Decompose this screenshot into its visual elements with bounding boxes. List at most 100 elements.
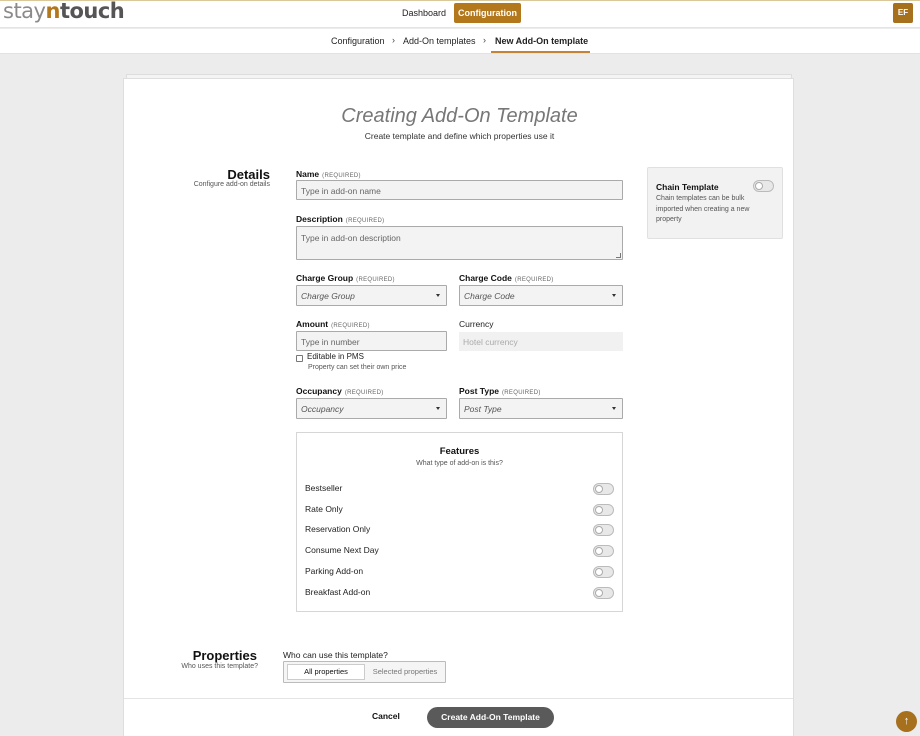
create-addon-template-button[interactable]: Create Add-On Template: [427, 707, 554, 728]
name-label: Name (REQUIRED): [296, 169, 361, 179]
chevron-down-icon: [436, 294, 440, 297]
feature-label: Bestseller: [305, 483, 343, 493]
feature-label: Rate Only: [305, 504, 343, 514]
feature-row: Bestseller: [305, 481, 615, 497]
description-placeholder: Type in add-on description: [301, 233, 401, 243]
chevron-down-icon: [612, 407, 616, 410]
required-tag: (REQUIRED): [502, 390, 541, 396]
post-type-label-text: Post Type: [459, 386, 499, 396]
arrow-up-icon: ↑: [903, 715, 910, 727]
toggle-knob: [595, 568, 603, 576]
description-label: Description (REQUIRED): [296, 214, 384, 224]
feature-toggle-reservation-only[interactable]: [593, 524, 614, 536]
feature-row: Parking Add-on: [305, 564, 615, 580]
charge-group-select[interactable]: Charge Group: [296, 285, 447, 306]
editable-in-pms-checkbox[interactable]: [296, 355, 303, 362]
chain-template-panel: Chain Template Chain templates can be bu…: [647, 167, 783, 239]
required-tag: (REQUIRED): [331, 323, 370, 329]
top-bar: stayntouch Dashboard Configuration EF: [0, 0, 920, 28]
form-card: Creating Add-On Template Create template…: [123, 78, 794, 736]
post-type-value: Post Type: [464, 404, 502, 414]
feature-toggle-bestseller[interactable]: [593, 483, 614, 495]
currency-field: Hotel currency: [459, 332, 623, 351]
description-textarea[interactable]: Type in add-on description: [296, 226, 623, 260]
chain-template-toggle[interactable]: [753, 180, 774, 192]
toggle-knob: [755, 182, 763, 190]
chain-template-title: Chain Template: [656, 182, 719, 192]
properties-heading: Properties: [192, 648, 257, 663]
breadcrumb-addon-templates[interactable]: Add-On templates: [403, 36, 476, 46]
toggle-knob: [595, 485, 603, 493]
required-tag: (REQUIRED): [345, 218, 385, 224]
occupancy-select[interactable]: Occupancy: [296, 398, 447, 419]
feature-row: Breakfast Add-on: [305, 585, 615, 601]
nav-configuration[interactable]: Configuration: [454, 3, 521, 23]
features-title: Features: [439, 446, 480, 457]
logo-text-n: n: [45, 0, 60, 23]
required-tag: (REQUIRED): [514, 277, 554, 283]
footer-divider: [124, 698, 793, 699]
post-type-label: Post Type (REQUIRED): [459, 386, 541, 396]
logo-text-stay: stay: [3, 0, 46, 23]
properties-question: Who can use this template?: [283, 650, 388, 660]
occupancy-label: Occupancy (REQUIRED): [296, 386, 384, 396]
required-tag: (REQUIRED): [356, 277, 395, 283]
feature-toggle-consume-next-day[interactable]: [593, 545, 614, 557]
breadcrumb-active-underline: [491, 51, 590, 53]
editable-in-pms-label[interactable]: Editable in PMS: [307, 352, 364, 361]
page-subtitle: Create template and define which propert…: [364, 131, 555, 141]
toggle-knob: [595, 526, 603, 534]
details-subheading: Configure add-on details: [193, 181, 270, 188]
feature-toggle-parking[interactable]: [593, 566, 614, 578]
amount-label-text: Amount: [296, 319, 329, 329]
name-input[interactable]: Type in add-on name: [296, 180, 623, 200]
occupancy-label-text: Occupancy: [296, 386, 342, 396]
required-tag: (REQUIRED): [344, 390, 384, 396]
cancel-button[interactable]: Cancel: [372, 711, 400, 721]
charge-code-label: Charge Code (REQUIRED): [459, 273, 554, 283]
feature-label: Breakfast Add-on: [305, 587, 371, 597]
features-subtitle: What type of add-on is this?: [416, 460, 503, 467]
page-title: Creating Add-On Template: [341, 105, 578, 127]
occupancy-value: Occupancy: [301, 404, 344, 414]
toggle-knob: [595, 547, 603, 555]
logo-text-touch: touch: [59, 0, 125, 23]
breadcrumb-configuration[interactable]: Configuration: [331, 36, 385, 46]
charge-code-value: Charge Code: [464, 291, 515, 301]
selected-properties-option[interactable]: Selected properties: [367, 664, 443, 680]
amount-input[interactable]: Type in number: [296, 331, 447, 351]
post-type-select[interactable]: Post Type: [459, 398, 623, 419]
amount-label: Amount (REQUIRED): [296, 319, 370, 329]
toggle-knob: [595, 589, 603, 597]
editable-in-pms-hint: Property can set their own price: [308, 364, 407, 371]
scroll-to-top-button[interactable]: ↑: [896, 711, 917, 732]
charge-group-label: Charge Group (REQUIRED): [296, 273, 395, 283]
stayntouch-logo[interactable]: stayntouch: [3, 0, 125, 23]
charge-code-label-text: Charge Code: [459, 273, 512, 283]
all-properties-option[interactable]: All properties: [287, 664, 365, 680]
description-label-text: Description: [296, 214, 343, 224]
resize-handle-icon[interactable]: [616, 253, 621, 258]
feature-toggle-rate-only[interactable]: [593, 504, 614, 516]
chevron-down-icon: [436, 407, 440, 410]
user-avatar[interactable]: EF: [893, 3, 913, 23]
required-tag: (REQUIRED): [322, 173, 361, 179]
breadcrumb-current: New Add-On template: [495, 36, 589, 46]
name-label-text: Name: [296, 169, 320, 179]
nav-dashboard[interactable]: Dashboard: [396, 3, 452, 23]
breadcrumb-separator-icon: ›: [483, 35, 486, 45]
details-heading: Details: [227, 167, 270, 182]
charge-code-select[interactable]: Charge Code: [459, 285, 623, 306]
chevron-down-icon: [612, 294, 616, 297]
properties-segmented-control: All properties Selected properties: [283, 661, 446, 683]
charge-group-value: Charge Group: [301, 291, 355, 301]
feature-label: Consume Next Day: [305, 545, 379, 555]
feature-row: Consume Next Day: [305, 543, 615, 559]
charge-group-label-text: Charge Group: [296, 273, 354, 283]
features-panel: Features What type of add-on is this? Be…: [296, 432, 623, 612]
breadcrumb-separator-icon: ›: [392, 35, 395, 45]
feature-toggle-breakfast[interactable]: [593, 587, 614, 599]
breadcrumb: Configuration › Add-On templates › New A…: [0, 29, 920, 54]
feature-row: Reservation Only: [305, 522, 615, 538]
properties-subheading: Who uses this template?: [181, 663, 258, 670]
